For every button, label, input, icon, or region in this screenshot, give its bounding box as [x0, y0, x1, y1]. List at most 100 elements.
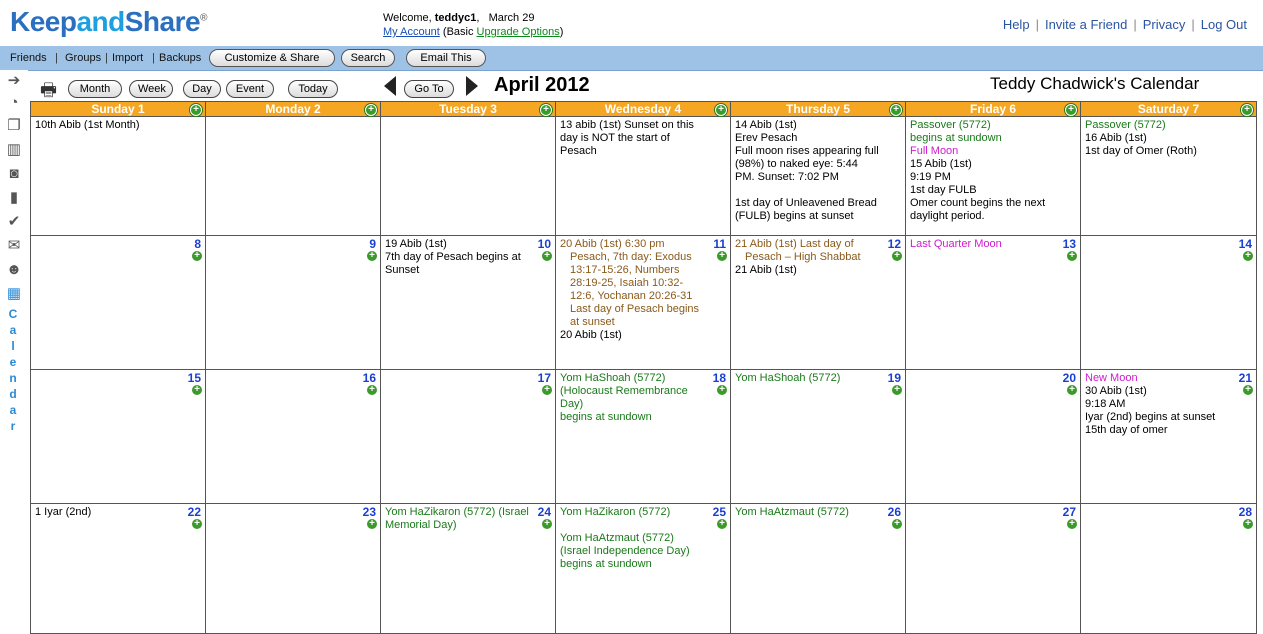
day-cell[interactable]: 24 + Yom HaZikaron (5772) (Israel Memoria…	[380, 503, 556, 634]
calendar-event[interactable]: 9:19 PM	[910, 171, 1054, 184]
calendar-event[interactable]: 15 Abib (1st)	[910, 158, 1054, 171]
book-icon[interactable]: ▥	[4, 141, 24, 159]
day-cell[interactable]: 23 +	[205, 503, 381, 634]
calendar-event[interactable]: 30 Abib (1st)	[1085, 385, 1230, 398]
add-event-icon[interactable]: +	[192, 385, 202, 395]
day-cell[interactable]: 25 + Yom HaZikaron (5772) Yom HaAtzmaut (…	[555, 503, 731, 634]
day-cell[interactable]: 20 +	[905, 369, 1081, 504]
add-event-icon[interactable]: +	[365, 104, 377, 116]
day-cell[interactable]: 19 + Yom HaShoah (5772)	[730, 369, 906, 504]
calendar-event[interactable]: 13 abib (1st) Sunset on this day is NOT …	[560, 119, 704, 158]
calendar-event[interactable]: 1st day of Omer (Roth)	[1085, 145, 1230, 158]
add-event-icon[interactable]: +	[1067, 519, 1077, 529]
add-event-icon[interactable]: +	[1065, 104, 1077, 116]
add-event-icon[interactable]: +	[542, 519, 552, 529]
day-number[interactable]: 17	[538, 371, 551, 385]
groups-link[interactable]: Groups	[65, 52, 101, 64]
day-cell[interactable]: 13 abib (1st) Sunset on this day is NOT …	[555, 116, 731, 236]
day-number[interactable]: 11	[713, 237, 726, 251]
day-cell[interactable]: 14 Abib (1st) Erev Pesach Full moon rise…	[730, 116, 906, 236]
add-event-icon[interactable]: +	[542, 251, 552, 261]
event-view-button[interactable]: Event	[226, 80, 274, 98]
day-cell[interactable]: Passover (5772) begins at sundown Full M…	[905, 116, 1081, 236]
calendar-event[interactable]: Full moon rises appearing full (98%) to …	[735, 145, 879, 184]
calendar-event[interactable]: Erev Pesach	[735, 132, 879, 145]
calendar-event[interactable]: Passover (5772)	[910, 119, 1054, 132]
day-number[interactable]: 10	[538, 237, 551, 251]
help-link[interactable]: Help	[1003, 17, 1030, 32]
documents-icon[interactable]: ❐	[4, 117, 24, 135]
people-icon[interactable]: ☻	[4, 261, 24, 279]
calendar-event[interactable]: 10th Abib (1st Month)	[35, 119, 179, 132]
day-number[interactable]: 27	[1063, 505, 1076, 519]
calendar-event[interactable]: Pesach – High Shabbat	[735, 251, 879, 264]
day-number[interactable]: 28	[1239, 505, 1252, 519]
calendar-event[interactable]: 15th day of omer	[1085, 424, 1230, 437]
calendar-event[interactable]: 21 Abib (1st)	[735, 264, 879, 277]
add-event-icon[interactable]: +	[892, 385, 902, 395]
backups-link[interactable]: Backups	[159, 52, 201, 64]
add-event-icon[interactable]: +	[892, 251, 902, 261]
calendar-event[interactable]: 21 Abib (1st) Last day of	[735, 238, 879, 251]
calendar-event[interactable]: Iyar (2nd) begins at sunset	[1085, 411, 1230, 424]
day-number[interactable]: 16	[363, 371, 376, 385]
calendar-event[interactable]: begins at sundown	[560, 558, 704, 571]
day-cell[interactable]: 8 +	[30, 235, 206, 370]
camera-icon[interactable]: ◙	[4, 165, 24, 183]
day-cell[interactable]: 16 +	[205, 369, 381, 504]
arrow-right-icon[interactable]: ➔	[4, 72, 24, 90]
add-event-icon[interactable]: +	[715, 104, 727, 116]
day-number[interactable]: 22	[188, 505, 201, 519]
day-cell[interactable]: 13 + Last Quarter Moon	[905, 235, 1081, 370]
envelope-icon[interactable]: ✉	[4, 237, 24, 255]
calendar-event[interactable]: Yom HaAtzmaut (5772)	[735, 506, 879, 519]
add-event-icon[interactable]: +	[190, 104, 202, 116]
day-number[interactable]: 25	[713, 505, 726, 519]
month-view-button[interactable]: Month	[68, 80, 122, 98]
next-month-arrow-icon[interactable]	[466, 76, 478, 96]
my-account-link[interactable]: My Account	[383, 26, 440, 38]
day-number[interactable]: 24	[538, 505, 551, 519]
add-event-icon[interactable]: +	[1067, 385, 1077, 395]
day-number[interactable]: 13	[1063, 237, 1076, 251]
invite-friend-link[interactable]: Invite a Friend	[1045, 17, 1127, 32]
add-event-icon[interactable]: +	[890, 104, 902, 116]
search-button[interactable]: Search	[341, 49, 395, 67]
calendar-event[interactable]: 16 Abib (1st)	[1085, 132, 1230, 145]
calendar-event[interactable]: Full Moon	[910, 145, 1054, 158]
add-event-icon[interactable]: +	[192, 519, 202, 529]
calendar-event[interactable]: Yom HaShoah (5772) (Holocaust Remembranc…	[560, 372, 704, 411]
calendar-event[interactable]: Omer count begins the next daylight peri…	[910, 197, 1054, 223]
day-cell[interactable]: 26 + Yom HaAtzmaut (5772)	[730, 503, 906, 634]
keepandshare-logo[interactable]: KeepandShare®	[10, 6, 207, 38]
day-cell[interactable]: 14 +	[1080, 235, 1257, 370]
upgrade-options-link[interactable]: Upgrade Options	[477, 26, 560, 38]
day-cell[interactable]: 15 +	[30, 369, 206, 504]
day-number[interactable]: 26	[888, 505, 901, 519]
week-view-button[interactable]: Week	[129, 80, 173, 98]
day-cell[interactable]: 17 +	[380, 369, 556, 504]
calendar-event[interactable]: New Moon	[1085, 372, 1230, 385]
customize-share-button[interactable]: Customize & Share	[209, 49, 335, 67]
day-number[interactable]: 20	[1063, 371, 1076, 385]
day-cell[interactable]: 9 +	[205, 235, 381, 370]
day-cell[interactable]: 27 +	[905, 503, 1081, 634]
logout-link[interactable]: Log Out	[1201, 17, 1247, 32]
add-event-icon[interactable]: +	[540, 104, 552, 116]
day-cell[interactable]: 11 + 20 Abib (1st) 6:30 pm Pesach, 7th da…	[555, 235, 731, 370]
calendar-event[interactable]: begins at sundown	[560, 411, 704, 424]
calendar-event[interactable]: 19 Abib (1st)	[385, 238, 529, 251]
calendar-event[interactable]: Yom HaAtzmaut (5772) (Israel Independenc…	[560, 532, 704, 558]
day-number[interactable]: 18	[713, 371, 726, 385]
day-number[interactable]: 19	[888, 371, 901, 385]
day-view-button[interactable]: Day	[183, 80, 221, 98]
add-event-icon[interactable]: +	[542, 385, 552, 395]
add-event-icon[interactable]: +	[367, 385, 377, 395]
calendar-event[interactable]: Passover (5772)	[1085, 119, 1230, 132]
day-number[interactable]: 9	[369, 237, 376, 251]
add-event-icon[interactable]: +	[1243, 519, 1253, 529]
add-event-icon[interactable]: +	[717, 251, 727, 261]
day-number[interactable]: 15	[188, 371, 201, 385]
calendar-event[interactable]: begins at sundown	[910, 132, 1054, 145]
today-button[interactable]: Today	[288, 80, 338, 98]
